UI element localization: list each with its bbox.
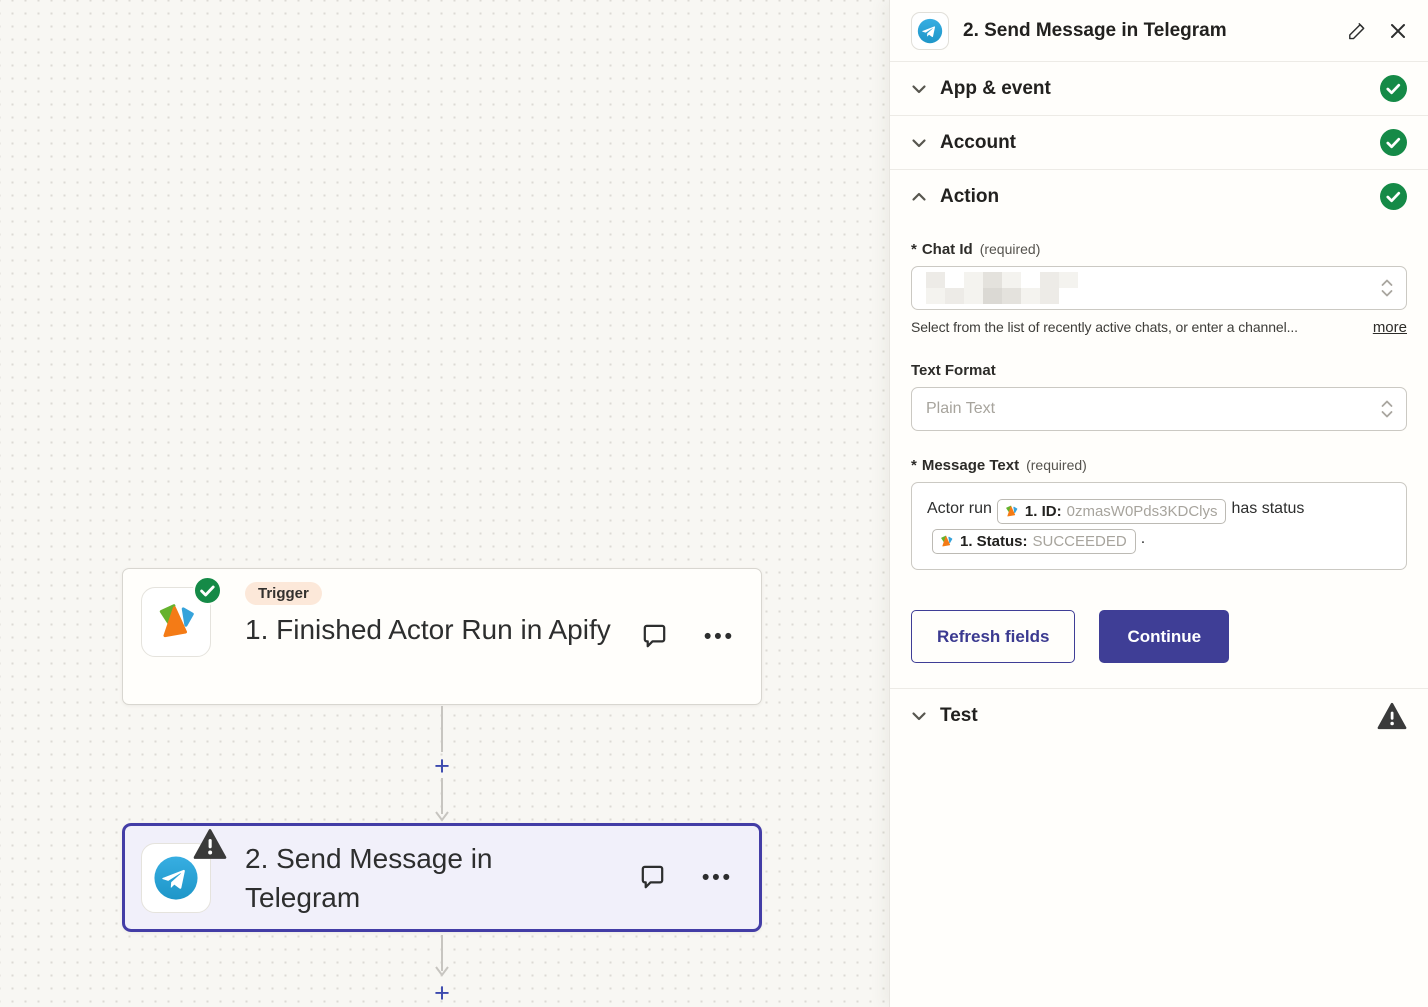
select-stepper-icon [1379, 277, 1395, 299]
action-card-title: 2. Send Message in Telegram [245, 839, 575, 917]
note-bubble-icon[interactable] [639, 621, 670, 652]
refresh-fields-button[interactable]: Refresh fields [911, 610, 1075, 663]
warning-triangle-icon [193, 828, 227, 860]
close-icon[interactable] [1389, 22, 1407, 40]
trigger-step-card[interactable]: Trigger 1. Finished Actor Run in Apify •… [122, 568, 762, 705]
chevron-down-icon [911, 81, 927, 97]
section-label: Account [940, 132, 1016, 154]
text-format-select[interactable]: Plain Text [911, 387, 1407, 431]
apify-logo-icon [153, 599, 199, 645]
section-action[interactable]: Action [890, 169, 1428, 223]
more-link[interactable]: more [1373, 319, 1407, 336]
token-label: 1. ID: [1025, 497, 1062, 527]
field-label: Message Text [922, 457, 1019, 474]
redacted-value [926, 272, 1078, 304]
section-label: App & event [940, 78, 1051, 100]
token-value: 0zmasW0Pds3KDClys [1067, 497, 1218, 527]
apify-logo-icon [939, 534, 954, 549]
required-note: (required) [1026, 457, 1087, 473]
field-token-id[interactable]: 1. ID:0zmasW0Pds3KDClys [997, 499, 1227, 524]
required-star: * [911, 457, 917, 474]
add-step-button[interactable]: + [429, 753, 455, 779]
telegram-app-icon [911, 12, 949, 50]
trigger-badge: Trigger [245, 582, 322, 605]
field-label: Text Format [911, 362, 996, 379]
note-bubble-icon[interactable] [637, 862, 668, 893]
select-stepper-icon [1379, 398, 1395, 420]
success-check-icon [1380, 129, 1407, 156]
message-text-part: . [1141, 530, 1145, 547]
edit-pencil-icon[interactable] [1346, 21, 1365, 40]
message-text-label: * Message Text (required) [911, 457, 1407, 474]
chat-id-label: * Chat Id (required) [911, 241, 1407, 258]
required-star: * [911, 241, 917, 258]
required-note: (required) [980, 241, 1041, 257]
section-app-event[interactable]: App & event [890, 61, 1428, 115]
section-test[interactable]: Test [890, 688, 1428, 742]
trigger-card-title: 1. Finished Actor Run in Apify [245, 610, 615, 649]
add-step-button[interactable]: + [429, 980, 455, 1006]
apify-logo-icon [1004, 504, 1019, 519]
action-step-card[interactable]: 2. Send Message in Telegram ••• [122, 823, 762, 932]
connector-line [429, 935, 455, 981]
zap-editor: Trigger 1. Finished Actor Run in Apify •… [0, 0, 1428, 1007]
text-format-label: Text Format [911, 362, 1407, 379]
telegram-logo-icon [153, 855, 199, 901]
success-check-icon [1380, 75, 1407, 102]
action-card-actions: ••• [637, 862, 733, 893]
field-token-status[interactable]: 1. Status:SUCCEEDED [932, 529, 1136, 554]
apify-app-icon [141, 587, 211, 657]
step-settings-panel: 2. Send Message in Telegram [889, 0, 1428, 1007]
field-label: Chat Id [922, 241, 973, 258]
telegram-app-icon [141, 843, 211, 913]
success-check-icon [193, 576, 222, 605]
message-text-part: Actor run [927, 500, 992, 517]
action-form: * Chat Id (required) Select from the list … [890, 223, 1428, 663]
chevron-down-icon [911, 135, 927, 151]
panel-header: 2. Send Message in Telegram [890, 0, 1428, 61]
success-check-icon [1380, 183, 1407, 210]
warning-triangle-icon [1377, 702, 1407, 730]
telegram-logo-icon [917, 18, 943, 44]
panel-header-actions [1346, 21, 1407, 40]
chat-id-select[interactable] [911, 266, 1407, 310]
message-text-part: has status [1231, 500, 1304, 517]
chevron-down-icon [911, 708, 927, 724]
chevron-up-icon [911, 189, 927, 205]
trigger-card-body: Trigger 1. Finished Actor Run in Apify [245, 582, 639, 649]
form-buttons: Refresh fields Continue [911, 610, 1407, 663]
message-text-input[interactable]: Actor run1. ID:0zmasW0Pds3KDClyshas stat… [911, 482, 1407, 570]
helper-text: Select from the list of recently active … [911, 319, 1298, 335]
select-value: Plain Text [926, 400, 995, 418]
workflow-canvas[interactable]: Trigger 1. Finished Actor Run in Apify •… [0, 0, 889, 1007]
more-options-icon[interactable]: ••• [704, 626, 735, 647]
continue-button[interactable]: Continue [1099, 610, 1229, 663]
panel-title: 2. Send Message in Telegram [963, 20, 1227, 42]
action-card-body: 2. Send Message in Telegram [245, 839, 637, 917]
section-label: Action [940, 186, 999, 208]
section-label: Test [940, 705, 978, 727]
chat-id-helper-row: Select from the list of recently active … [911, 319, 1407, 336]
section-account[interactable]: Account [890, 115, 1428, 169]
more-options-icon[interactable]: ••• [702, 867, 733, 888]
trigger-card-actions: ••• [639, 621, 735, 652]
token-value: SUCCEEDED [1033, 527, 1127, 557]
token-label: 1. Status: [960, 527, 1028, 557]
